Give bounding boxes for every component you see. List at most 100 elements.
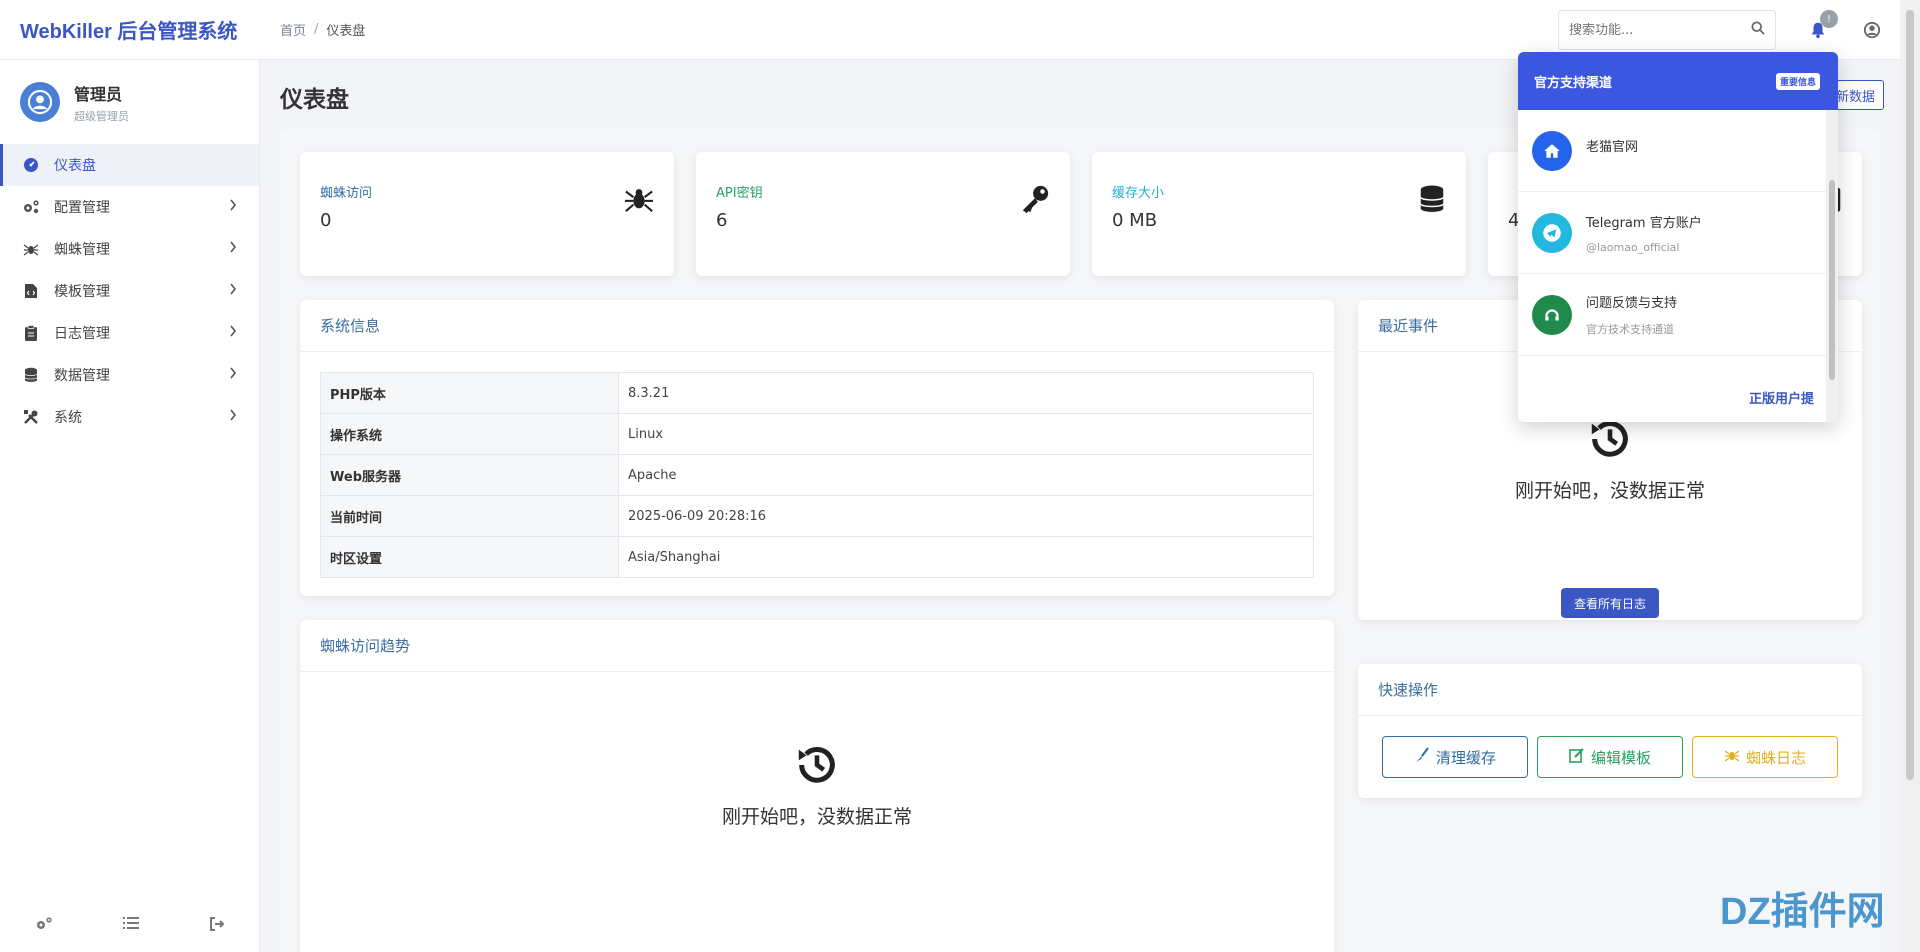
stat-value: 0 MB [1112, 210, 1158, 231]
settings-icon[interactable] [35, 916, 53, 936]
sidebar-item-config[interactable]: 配置管理 [0, 186, 259, 228]
history-icon [1587, 421, 1633, 466]
stat-label: 蜘蛛访问 [320, 186, 373, 201]
quick-actions-title: 快速操作 [1358, 664, 1862, 716]
table-row: PHP版本 8.3.21 [320, 372, 1314, 414]
user-role: 超级管理员 [74, 109, 129, 123]
trend-empty-text: 刚开始吧，没数据正常 [721, 806, 912, 828]
sidebar-item-dashboard[interactable]: 仪表盘 [0, 144, 259, 186]
info-value: 8.3.21 [618, 372, 1314, 414]
info-key: Web服务器 [320, 454, 619, 496]
info-value: Apache [618, 454, 1314, 496]
chevron-right-icon [229, 367, 237, 383]
top-bar: WebKiller 后台管理系统 首页 / 仪表盘 ! [0, 0, 1900, 60]
chevron-right-icon [229, 241, 237, 257]
view-all-logs-button[interactable]: 查看所有日志 [1561, 588, 1659, 618]
stat-value: 6 [716, 210, 728, 231]
system-info-card: 系统信息 PHP版本 8.3.21 操作系统 Linux Web服务器 Apache … [300, 300, 1334, 596]
list-icon[interactable] [123, 916, 139, 936]
home-icon [1532, 130, 1572, 171]
sidebar-item-system[interactable]: 系统 [0, 396, 259, 438]
dropdown-item-feedback[interactable]: 问题反馈与支持 官方技术支持通道 [1518, 274, 1826, 356]
sidebar-item-label: 日志管理 [54, 326, 110, 342]
stat-card-api-keys: API密钥 6 [696, 152, 1070, 276]
breadcrumb-home[interactable]: 首页 [280, 20, 306, 39]
search-box [1558, 10, 1776, 50]
spider-log-button[interactable]: 蜘蛛日志 [1692, 736, 1838, 778]
dropdown-item-title: Telegram 官方账户 [1586, 215, 1702, 231]
database-icon [22, 366, 40, 384]
table-row: 当前时间 2025-06-09 20:28:16 [320, 495, 1314, 537]
bell-icon[interactable]: ! [1806, 10, 1838, 42]
sidebar-footer [0, 916, 260, 936]
breadcrumb-current: 仪表盘 [326, 24, 366, 39]
dropdown-item-telegram[interactable]: Telegram 官方账户 @laomao_official [1518, 192, 1826, 274]
quick-button-label: 清理缓存 [1435, 748, 1496, 767]
notification-badge: ! [1820, 10, 1838, 28]
clipboard-icon [22, 324, 40, 342]
info-key: PHP版本 [320, 372, 619, 414]
spider-icon [22, 240, 40, 258]
watermark-logo: DZ插件网 [1720, 891, 1885, 933]
headset-icon [1532, 294, 1572, 335]
clear-cache-button[interactable]: 清理缓存 [1382, 736, 1528, 778]
quick-button-label: 蜘蛛日志 [1745, 748, 1806, 767]
sidebar-item-templates[interactable]: 模板管理 [0, 270, 259, 312]
spider-icon [624, 184, 654, 218]
user-circle-icon[interactable] [1860, 18, 1884, 42]
info-value: 2025-06-09 20:28:16 [618, 495, 1314, 537]
dropdown-scrollbar[interactable] [1826, 110, 1838, 422]
dashboard-icon [22, 156, 40, 174]
app-brand[interactable]: WebKiller 后台管理系统 [0, 15, 260, 44]
spider-trend-title: 蜘蛛访问趋势 [300, 620, 1334, 672]
dropdown-title: 官方支持渠道 [1534, 75, 1613, 91]
user-block: 管理员 超级管理员 [0, 60, 259, 144]
dropdown-item-website[interactable]: 老猫官网 [1518, 110, 1826, 192]
dropdown-item-title: 问题反馈与支持 [1586, 296, 1678, 311]
info-key: 时区设置 [320, 536, 619, 578]
chevron-right-icon [229, 199, 237, 215]
telegram-icon [1532, 212, 1572, 253]
dropdown-item-sub: 官方技术支持通道 [1586, 323, 1674, 336]
sidebar-item-spider[interactable]: 蜘蛛管理 [0, 228, 259, 270]
system-info-table: PHP版本 8.3.21 操作系统 Linux Web服务器 Apache 当前时间 2… [320, 372, 1314, 578]
trend-empty-state: 刚开始吧，没数据正常 [300, 742, 1334, 829]
breadcrumb: 首页 / 仪表盘 [280, 20, 365, 39]
stat-card-cache: 缓存大小 0 MB [1092, 152, 1466, 276]
dropdown-footer-link[interactable]: 正版用户提 [1518, 372, 1826, 422]
chevron-right-icon [229, 283, 237, 299]
table-row: Web服务器 Apache [320, 454, 1314, 496]
sidebar-item-label: 仪表盘 [54, 158, 96, 174]
database-icon [1418, 184, 1446, 218]
search-input[interactable] [1569, 22, 1729, 38]
chevron-right-icon [229, 325, 237, 341]
sidebar-item-label: 模板管理 [54, 284, 110, 300]
spider-icon [1724, 747, 1740, 767]
edit-template-button[interactable]: 编辑模板 [1537, 736, 1683, 778]
table-row: 操作系统 Linux [320, 413, 1314, 455]
dropdown-item-sub: @laomao_official [1586, 240, 1680, 254]
page-title: 仪表盘 [280, 87, 349, 113]
sidebar-item-label: 数据管理 [54, 368, 110, 384]
breadcrumb-separator: / [314, 22, 319, 37]
sidebar-item-label: 蜘蛛管理 [54, 242, 110, 258]
dropdown-tag: 重要信息 [1775, 72, 1820, 90]
key-icon [1020, 184, 1050, 218]
edit-icon [1569, 747, 1585, 767]
dropdown-header: 官方支持渠道 重要信息 [1518, 52, 1838, 110]
sidebar-item-data[interactable]: 数据管理 [0, 354, 259, 396]
spider-trend-card: 蜘蛛访问趋势 刚开始吧，没数据正常 [300, 620, 1334, 952]
user-name: 管理员 [74, 84, 123, 104]
logout-icon[interactable] [209, 916, 225, 936]
info-value: Asia/Shanghai [618, 536, 1314, 578]
avatar[interactable] [20, 82, 60, 122]
system-info-title: 系统信息 [300, 300, 1334, 352]
history-icon [794, 747, 840, 792]
sidebar-item-label: 系统 [54, 410, 82, 426]
page-scrollbar[interactable] [1900, 0, 1920, 952]
info-value: Linux [618, 413, 1314, 455]
sidebar-item-logs[interactable]: 日志管理 [0, 312, 259, 354]
support-channels-dropdown: 官方支持渠道 重要信息 老猫官网 Telegram 官方账户 @laomao_o… [1518, 52, 1838, 422]
info-key: 操作系统 [320, 413, 619, 455]
search-icon[interactable] [1751, 21, 1765, 39]
